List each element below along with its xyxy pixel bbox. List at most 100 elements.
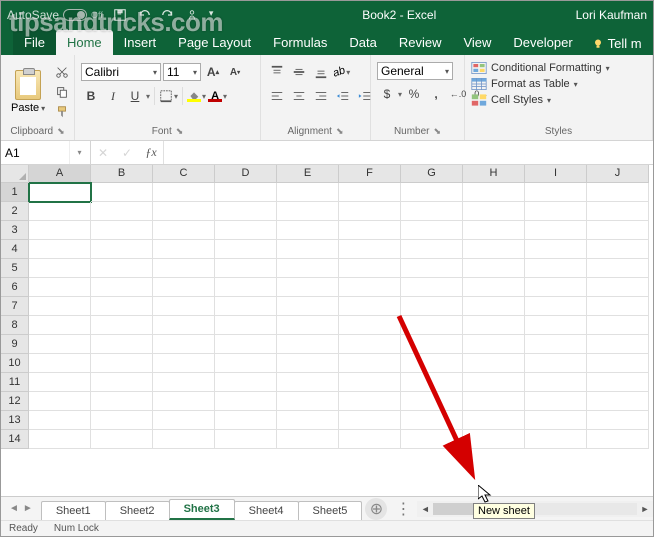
cell-J6[interactable] <box>587 278 649 297</box>
cell-B10[interactable] <box>91 354 153 373</box>
sheet-tab-2[interactable]: Sheet2 <box>105 501 170 520</box>
col-header-c[interactable]: C <box>153 165 215 183</box>
sheet-tab-4[interactable]: Sheet4 <box>234 501 299 520</box>
cell-B6[interactable] <box>91 278 153 297</box>
cell-G5[interactable] <box>401 259 463 278</box>
cell-A5[interactable] <box>29 259 91 278</box>
cell-C3[interactable] <box>153 221 215 240</box>
cell-E2[interactable] <box>277 202 339 221</box>
cell-I4[interactable] <box>525 240 587 259</box>
cell-B12[interactable] <box>91 392 153 411</box>
cell-B4[interactable] <box>91 240 153 259</box>
tab-developer[interactable]: Developer <box>502 30 583 55</box>
row-header-4[interactable]: 4 <box>1 240 29 259</box>
cell-F14[interactable] <box>339 430 401 449</box>
scroll-track[interactable] <box>433 503 637 515</box>
italic-button[interactable]: I <box>103 86 123 106</box>
cell-H6[interactable] <box>463 278 525 297</box>
cell-E11[interactable] <box>277 373 339 392</box>
scroll-right-button[interactable]: ► <box>637 504 653 514</box>
col-header-h[interactable]: H <box>463 165 525 183</box>
cell-D1[interactable] <box>215 183 277 202</box>
cell-H14[interactable] <box>463 430 525 449</box>
name-box-dropdown[interactable]: ▾ <box>69 141 89 164</box>
cell-H7[interactable] <box>463 297 525 316</box>
cell-H12[interactable] <box>463 392 525 411</box>
cell-J10[interactable] <box>587 354 649 373</box>
cell-E7[interactable] <box>277 297 339 316</box>
cell-C13[interactable] <box>153 411 215 430</box>
cell-B11[interactable] <box>91 373 153 392</box>
cell-I9[interactable] <box>525 335 587 354</box>
cell-I2[interactable] <box>525 202 587 221</box>
cell-F2[interactable] <box>339 202 401 221</box>
copy-button[interactable] <box>53 84 71 100</box>
cell-A8[interactable] <box>29 316 91 335</box>
font-size-combo[interactable]: 11▾ <box>163 63 201 81</box>
horizontal-scrollbar[interactable]: ◄ ► <box>417 501 653 517</box>
cell-E3[interactable] <box>277 221 339 240</box>
row-header-10[interactable]: 10 <box>1 354 29 373</box>
cell-J7[interactable] <box>587 297 649 316</box>
cell-B2[interactable] <box>91 202 153 221</box>
cell-G1[interactable] <box>401 183 463 202</box>
name-box-input[interactable] <box>1 141 69 164</box>
cell-I5[interactable] <box>525 259 587 278</box>
cell-I8[interactable] <box>525 316 587 335</box>
cell-I6[interactable] <box>525 278 587 297</box>
cell-E1[interactable] <box>277 183 339 202</box>
col-header-i[interactable]: I <box>525 165 587 183</box>
cell-F5[interactable] <box>339 259 401 278</box>
cell-J4[interactable] <box>587 240 649 259</box>
name-box[interactable]: ▾ <box>1 141 91 164</box>
cell-I1[interactable] <box>525 183 587 202</box>
shrink-font-button[interactable]: A▾ <box>225 62 245 82</box>
cell-D2[interactable] <box>215 202 277 221</box>
enter-formula-button[interactable]: ✓ <box>115 146 139 160</box>
bold-button[interactable]: B <box>81 86 101 106</box>
sheet-nav-next[interactable]: ► <box>23 503 33 514</box>
sheet-tab-3[interactable]: Sheet3 <box>169 499 235 520</box>
decrease-indent-button[interactable] <box>333 86 353 106</box>
col-header-e[interactable]: E <box>277 165 339 183</box>
cell-D9[interactable] <box>215 335 277 354</box>
cell-E10[interactable] <box>277 354 339 373</box>
qat-customize-icon[interactable]: ▾ <box>209 8 223 22</box>
cell-H3[interactable] <box>463 221 525 240</box>
paste-button[interactable]: Paste▾ <box>7 68 49 116</box>
conditional-formatting-button[interactable]: Conditional Formatting▾ <box>471 60 610 76</box>
cell-J9[interactable] <box>587 335 649 354</box>
cell-F12[interactable] <box>339 392 401 411</box>
cell-G13[interactable] <box>401 411 463 430</box>
cell-J14[interactable] <box>587 430 649 449</box>
border-button[interactable]: ▾ <box>159 89 178 103</box>
cell-G11[interactable] <box>401 373 463 392</box>
cell-E14[interactable] <box>277 430 339 449</box>
cell-G10[interactable] <box>401 354 463 373</box>
cell-H1[interactable] <box>463 183 525 202</box>
cell-J11[interactable] <box>587 373 649 392</box>
align-left-button[interactable] <box>267 86 287 106</box>
cell-E9[interactable] <box>277 335 339 354</box>
cell-F13[interactable] <box>339 411 401 430</box>
cell-C7[interactable] <box>153 297 215 316</box>
tab-home[interactable]: Home <box>56 30 113 55</box>
number-format-combo[interactable]: General▾ <box>377 62 453 80</box>
col-header-b[interactable]: B <box>91 165 153 183</box>
cell-H11[interactable] <box>463 373 525 392</box>
align-right-button[interactable] <box>311 86 331 106</box>
cell-D11[interactable] <box>215 373 277 392</box>
alignment-launcher[interactable]: ⬊ <box>336 126 344 137</box>
cell-C4[interactable] <box>153 240 215 259</box>
cell-D3[interactable] <box>215 221 277 240</box>
cell-D7[interactable] <box>215 297 277 316</box>
sheet-tab-overflow[interactable]: ⋮ <box>395 499 411 519</box>
format-as-table-button[interactable]: Format as Table▾ <box>471 76 578 92</box>
undo-icon[interactable] <box>137 8 151 22</box>
cell-G14[interactable] <box>401 430 463 449</box>
tab-formulas[interactable]: Formulas <box>262 30 338 55</box>
cell-I12[interactable] <box>525 392 587 411</box>
cell-G9[interactable] <box>401 335 463 354</box>
cell-A9[interactable] <box>29 335 91 354</box>
cell-E13[interactable] <box>277 411 339 430</box>
